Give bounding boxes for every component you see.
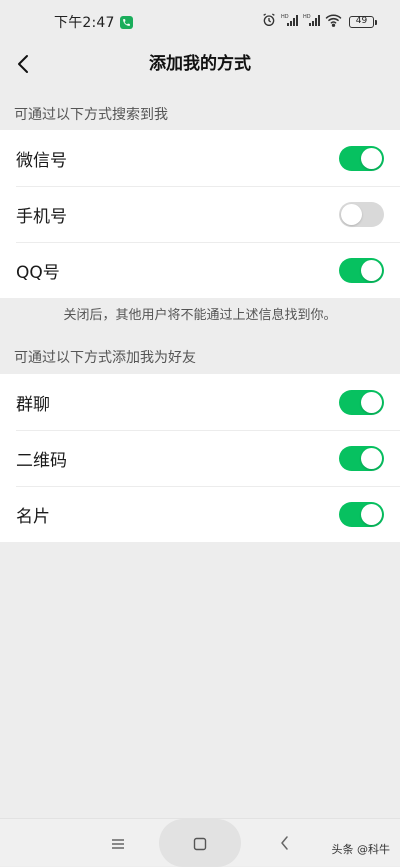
qq-number-toggle[interactable] [339, 257, 384, 283]
phone-number-toggle[interactable] [339, 201, 384, 227]
toggle-knob [361, 503, 382, 525]
status-indicators: HD HD 49 [261, 12, 377, 32]
watermark: 头条 @科牛 [331, 843, 391, 856]
setting-row-phone-number[interactable]: 手机号 [0, 186, 400, 242]
business-card-toggle[interactable] [339, 501, 384, 527]
svg-text:HD: HD [281, 14, 289, 20]
setting-row-qr-code[interactable]: 二维码 [0, 430, 400, 486]
svg-text:HD: HD [303, 14, 311, 20]
home-icon[interactable] [193, 836, 207, 855]
toggle-knob [361, 391, 382, 413]
battery-icon: 49 [349, 16, 377, 28]
wechat-id-toggle[interactable] [339, 145, 384, 171]
setting-label: 手机号 [16, 206, 67, 227]
phone-call-icon [119, 15, 133, 29]
status-time: 下午2:47 [54, 15, 115, 31]
qr-code-toggle[interactable] [339, 445, 384, 471]
section-header-add-friend: 可通过以下方式添加我为好友 [14, 350, 196, 366]
page-title: 添加我的方式 [149, 54, 251, 74]
setting-label: 二维码 [16, 450, 67, 471]
toggle-knob [361, 259, 382, 281]
nav-bar: 添加我的方式 [0, 44, 400, 84]
search-hint-text: 关闭后，其他用户将不能通过上述信息找到你。 [63, 308, 337, 323]
menu-icon[interactable] [111, 836, 125, 855]
setting-row-wechat-id[interactable]: 微信号 [0, 130, 400, 186]
setting-row-qq-number[interactable]: QQ号 [0, 242, 400, 298]
setting-label: QQ号 [16, 262, 60, 283]
status-bar: 下午2:47 HD HD 49 [0, 0, 400, 44]
section-header-search: 可通过以下方式搜索到我 [14, 107, 168, 123]
back-icon[interactable] [279, 835, 291, 855]
toggle-knob [361, 147, 382, 169]
add-friend-settings-group: 群聊 二维码 名片 [0, 374, 400, 542]
alarm-icon [261, 12, 277, 32]
hd-signal-icon: HD [303, 13, 321, 31]
setting-label: 群聊 [16, 394, 50, 415]
toggle-knob [361, 447, 382, 469]
wifi-icon [325, 13, 342, 31]
setting-row-business-card[interactable]: 名片 [0, 486, 400, 542]
search-settings-group: 微信号 手机号 QQ号 [0, 130, 400, 298]
setting-label: 名片 [16, 506, 50, 527]
hd-signal-icon: HD [281, 13, 299, 31]
setting-label: 微信号 [16, 150, 67, 171]
toggle-knob [341, 203, 362, 225]
system-nav-bar: 头条 @科牛 [0, 818, 400, 867]
setting-row-group-chat[interactable]: 群聊 [0, 374, 400, 430]
group-chat-toggle[interactable] [339, 389, 384, 415]
